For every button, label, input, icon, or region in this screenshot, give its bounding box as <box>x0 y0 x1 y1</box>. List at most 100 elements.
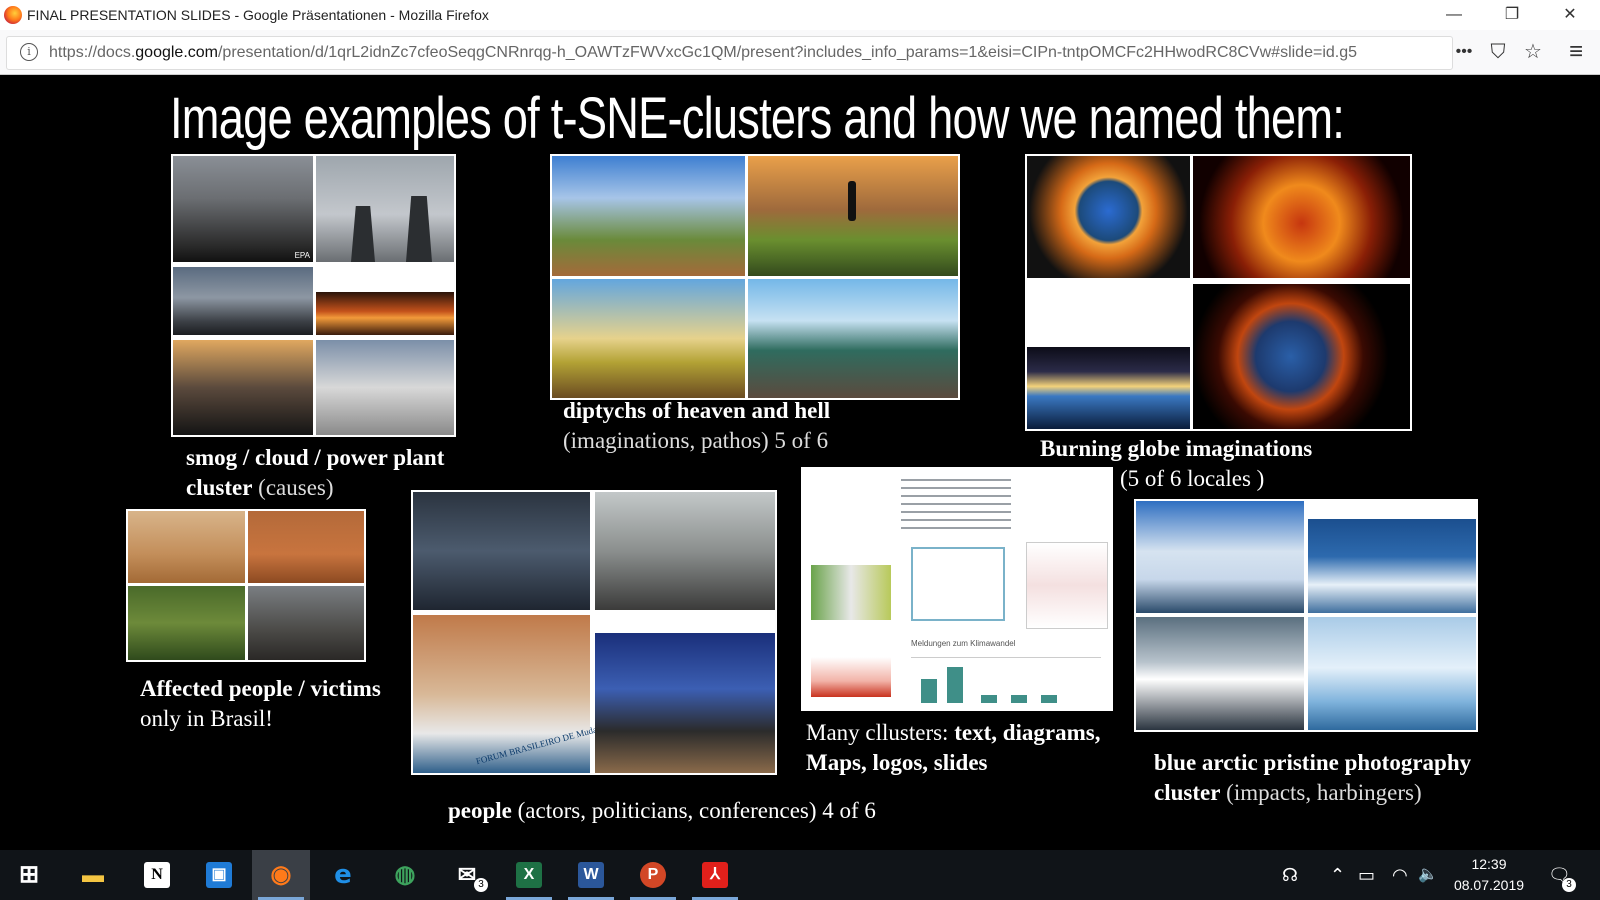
caption-smog-title: smog / cloud / power plant <box>186 445 445 470</box>
glacier-coast-photo <box>1136 501 1304 613</box>
doc-heading: Meldungen zum Klimawandel <box>911 639 1016 648</box>
url-path: /presentation/d/1qrL2idnZc7cfeoSeqgCNRnr… <box>217 44 1358 61</box>
page-actions-icon[interactable]: ••• <box>1448 36 1480 68</box>
globe-app-icon: ◍ <box>394 861 416 888</box>
edge-icon: e <box>334 860 352 890</box>
walking-man-photo <box>748 156 958 276</box>
caption-victims: Affected people / victims only in Brasil… <box>140 674 381 734</box>
navigation-bar: i https://docs.google.com/presentation/d… <box>0 30 1600 75</box>
sunrise-earth-photo <box>1027 347 1190 429</box>
people-icon[interactable]: ☊ <box>1282 863 1298 887</box>
smog-photo: EPA <box>173 156 313 262</box>
burning-globe-images <box>1025 154 1412 431</box>
taskbar-word[interactable]: W <box>562 850 620 900</box>
taskbar-acrobat[interactable]: ⅄ <box>686 850 744 900</box>
firefox-icon: ◉ <box>270 861 292 888</box>
caption-many-types2: Maps, logos, slides <box>806 750 988 775</box>
half-burnt-globe-photo <box>1193 284 1410 429</box>
folder-icon: ▬ <box>82 862 104 887</box>
photo-credit: EPA <box>294 251 310 260</box>
smog-cluster-images: EPA <box>171 154 456 437</box>
minimize-button[interactable]: — <box>1425 0 1483 30</box>
city-drought-photo <box>552 156 745 276</box>
taskbar-edge[interactable]: e <box>314 850 372 900</box>
firefox-logo-icon <box>4 6 22 24</box>
caption-arctic: blue arctic pristine photography cluster… <box>1154 748 1471 808</box>
wifi-icon[interactable]: ◠ <box>1392 863 1408 887</box>
windows-taskbar: ⊞ ▬ N ▣ ◉ e ◍ ✉ 3 X W P ⅄ ☊ ⌃ ▭ ◠ 🔈 12:3… <box>0 850 1600 900</box>
caption-arctic-title2: cluster <box>1154 780 1221 805</box>
farmer-soil-photo <box>248 511 364 583</box>
pocket-icon[interactable]: ⛉ <box>1482 36 1514 68</box>
site-info-icon[interactable]: i <box>20 43 38 61</box>
cooling-towers-photo <box>316 156 454 262</box>
meeting-table-photo <box>595 492 775 610</box>
people-cluster-images: FORUM BRASILEIRO DE Mudanças Climáticas <box>411 490 777 775</box>
caption-smog-title2: cluster <box>186 475 253 500</box>
system-clock[interactable]: 12:39 08.07.2019 <box>1446 854 1532 896</box>
taskbar-mail[interactable]: ✉ 3 <box>438 850 496 900</box>
taskbar-powerpoint[interactable]: P <box>624 850 682 900</box>
bookmark-star-icon[interactable]: ☆ <box>1517 36 1549 68</box>
calving-glacier-photo <box>1308 617 1476 730</box>
caption-diptychs-title: diptychs of heaven and hell <box>563 398 831 423</box>
window-title-bar: FINAL PRESENTATION SLIDES - Google Präse… <box>0 0 1600 30</box>
ocean-waves-photo <box>1136 617 1304 730</box>
caption-many-lead: Many cllusters: <box>806 720 955 745</box>
volume-icon[interactable]: 🔈 <box>1418 863 1438 887</box>
burning-earth-photo <box>1193 156 1410 278</box>
presentation-slide[interactable]: Image examples of t-SNE-clusters and how… <box>0 75 1600 850</box>
taskbar-firefox[interactable]: ◉ <box>252 850 310 900</box>
caption-victims-title: Affected people / victims <box>140 676 381 701</box>
maximize-button[interactable]: ❐ <box>1483 0 1541 30</box>
battery-icon[interactable]: ▭ <box>1358 863 1375 887</box>
black-smoke-photo <box>173 340 313 435</box>
trello-icon: ▣ <box>206 862 232 888</box>
caption-diptychs-detail: (imaginations, pathos) 5 of 6 <box>563 428 829 453</box>
documents-cluster-images: Meldungen zum Klimawandel <box>801 467 1113 711</box>
close-button[interactable]: ✕ <box>1541 0 1599 30</box>
caption-globe-detail: (5 of 6 locales ) <box>1120 466 1265 491</box>
menu-icon[interactable]: ≡ <box>1560 36 1592 68</box>
bar-chart <box>911 657 1101 703</box>
show-hidden-icons-chevron-icon[interactable]: ⌃ <box>1330 863 1345 887</box>
url-text[interactable]: https://docs.google.com/presentation/d/1… <box>49 44 1419 62</box>
notion-icon: N <box>144 862 170 888</box>
taskbar-notion[interactable]: N <box>128 850 186 900</box>
crop-picker-photo <box>128 586 245 660</box>
window-title: FINAL PRESENTATION SLIDES - Google Präse… <box>27 7 489 23</box>
field-sky-photo <box>552 279 745 398</box>
un-council-photo <box>413 492 590 610</box>
clock-date: 08.07.2019 <box>1453 877 1525 893</box>
taskbar-file-explorer[interactable]: ▬ <box>64 850 122 900</box>
caption-many-types: text, diagrams, <box>954 720 1101 745</box>
caption-diptychs: diptychs of heaven and hell (imagination… <box>563 396 830 456</box>
start-button[interactable]: ⊞ <box>0 850 58 900</box>
taskbar-globe-app[interactable]: ◍ <box>376 850 434 900</box>
ice-floes-photo <box>1308 519 1476 613</box>
diptych-cluster-images <box>550 154 960 400</box>
caption-many: Many cllusters: text, diagrams, Maps, lo… <box>806 718 1100 778</box>
address-bar[interactable]: i https://docs.google.com/presentation/d… <box>6 36 1453 70</box>
victims-cluster-images <box>126 509 366 662</box>
taskbar-trello[interactable]: ▣ <box>190 850 248 900</box>
map-thumbnail <box>811 565 891 620</box>
word-icon: W <box>578 862 604 888</box>
caption-arctic-title: blue arctic pristine photography <box>1154 750 1472 775</box>
caption-smog: smog / cloud / power plant cluster (caus… <box>186 443 444 503</box>
excel-icon: X <box>516 862 542 888</box>
red-area-chart <box>811 657 891 697</box>
factory-skyline-photo <box>173 267 313 335</box>
globe-in-hand-photo <box>1027 156 1190 278</box>
water-carrier-photo <box>128 511 245 583</box>
sunset-smoke-photo <box>316 292 454 335</box>
steam-cloud-photo <box>316 340 454 435</box>
caption-people-title: people <box>448 798 512 823</box>
acrobat-icon: ⅄ <box>702 862 728 888</box>
caption-people: people (actors, politicians, conferences… <box>448 796 876 826</box>
windows-start-icon: ⊞ <box>18 861 40 888</box>
powerpoint-icon: P <box>640 862 666 888</box>
caption-globe-title: Burning globe imaginations <box>1040 436 1313 461</box>
arctic-cluster-images <box>1134 499 1478 732</box>
taskbar-excel[interactable]: X <box>500 850 558 900</box>
